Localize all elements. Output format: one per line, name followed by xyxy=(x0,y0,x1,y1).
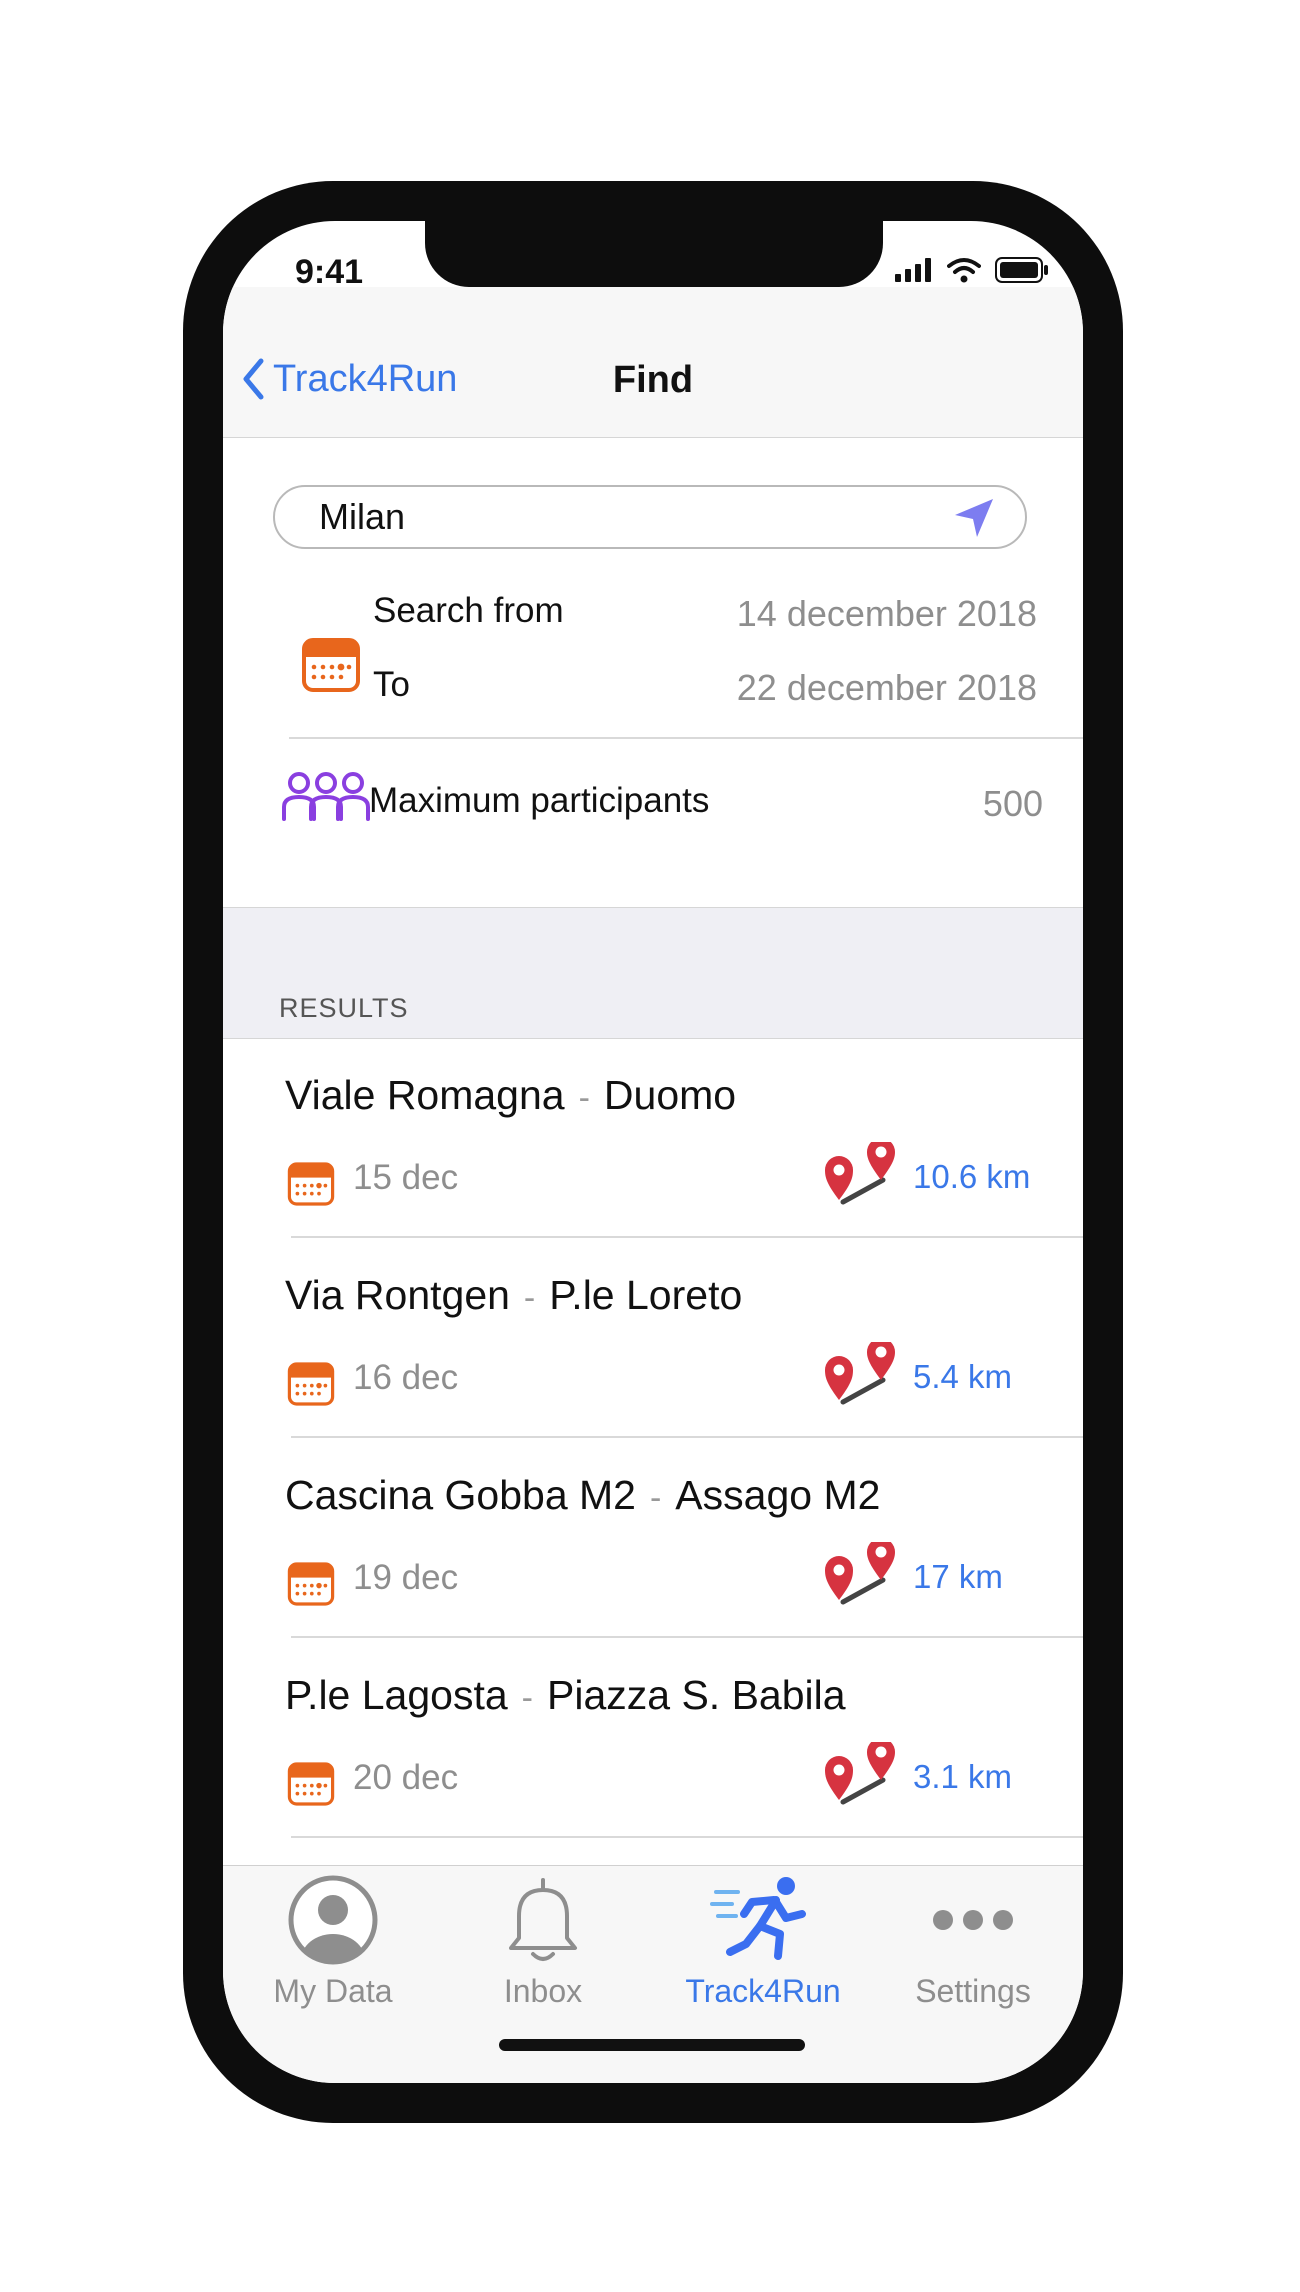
search-field[interactable] xyxy=(273,485,1027,549)
route-distance: 17 km xyxy=(913,1558,1003,1595)
tab-label: My Data xyxy=(273,1973,393,2009)
tab-label: Track4Run xyxy=(685,1973,841,2009)
route-date: 16 dec xyxy=(353,1358,459,1397)
notch xyxy=(425,221,883,287)
to-value[interactable]: 22 december 2018 xyxy=(737,667,1037,709)
screen: 9:41 Track4Run Find Milan Search from 14… xyxy=(223,221,1083,2083)
results-section-header: RESULTS xyxy=(223,907,1083,1039)
result-row[interactable]: Via Rontgen - P.le Loreto 16 dec 5.4 km xyxy=(223,1238,1083,1438)
route-to: Duomo xyxy=(603,1072,737,1118)
home-indicator[interactable] xyxy=(499,2039,805,2051)
to-label: To xyxy=(373,665,410,704)
tab-track4run[interactable]: Track4Run xyxy=(663,1874,863,2010)
phone-frame: 9:41 Track4Run Find Milan Search from 14… xyxy=(183,181,1123,2123)
route-distance: 5.4 km xyxy=(913,1358,1013,1395)
tab-label: Inbox xyxy=(503,1973,583,2009)
battery-icon xyxy=(995,257,1048,283)
divider xyxy=(289,737,1083,739)
result-row[interactable]: P.le Lagosta - Piazza S. Babila 20 dec 3.1 k… xyxy=(223,1638,1083,1838)
route-date: 19 dec xyxy=(353,1558,459,1597)
route-pins-icon xyxy=(825,1138,895,1205)
route-date: 15 dec xyxy=(353,1158,459,1197)
route-separator: - xyxy=(521,1679,533,1717)
route-from: Viale Romagna xyxy=(285,1072,565,1118)
route-to: Piazza S. Babila xyxy=(547,1672,846,1718)
results-header-label: RESULTS xyxy=(279,993,409,1023)
calendar-icon xyxy=(287,1562,335,1606)
tab-label: Settings xyxy=(915,1973,1031,2009)
runner-icon xyxy=(710,1877,806,1960)
tab-my-data[interactable]: My Data xyxy=(233,1874,433,2010)
calendar-icon xyxy=(287,1362,335,1406)
route-separator: - xyxy=(578,1079,590,1117)
navigation-bar: Track4Run Find xyxy=(223,287,1083,438)
route-pins-icon xyxy=(825,1538,895,1605)
result-row[interactable]: Cascina Gobba M2- Assago M2 19 dec 17 km xyxy=(223,1438,1083,1638)
calendar-icon xyxy=(287,1762,335,1806)
search-input[interactable] xyxy=(319,487,919,547)
result-row[interactable]: Viale Romagna - Duomo 15 dec 10.6 km xyxy=(223,1038,1083,1238)
page-title: Find xyxy=(612,359,694,401)
route-title: Viale Romagna - Duomo xyxy=(285,1072,736,1119)
participants-value[interactable]: 500 xyxy=(983,783,1043,825)
route-from: P.le Lagosta xyxy=(285,1672,508,1718)
route-distance: 10.6 km xyxy=(913,1158,1031,1195)
calendar-icon xyxy=(287,1162,335,1206)
tab-inbox[interactable]: Inbox xyxy=(443,1874,643,2010)
route-date: 20 dec xyxy=(353,1758,459,1797)
bell-icon xyxy=(509,1878,577,1961)
divider xyxy=(291,1836,1083,1838)
route-separator: - xyxy=(523,1279,536,1317)
route-title: Cascina Gobba M2- Assago M2 xyxy=(285,1472,880,1519)
search-from-value[interactable]: 14 december 2018 xyxy=(737,593,1037,635)
signal-icon xyxy=(895,258,931,282)
route-to: Assago M2 xyxy=(675,1472,881,1518)
search-from-label: Search from xyxy=(373,591,564,630)
route-separator: - xyxy=(649,1479,662,1517)
location-arrow-icon[interactable] xyxy=(951,495,997,541)
status-icons xyxy=(895,257,1049,283)
route-pins-icon xyxy=(825,1338,895,1405)
participants-label: Maximum participants xyxy=(369,781,710,820)
wifi-icon xyxy=(947,258,981,283)
route-title: Via Rontgen - P.le Loreto xyxy=(285,1272,742,1319)
route-to: P.le Loreto xyxy=(549,1272,743,1318)
more-dots-icon xyxy=(933,1910,1013,1930)
route-from: Cascina Gobba M2 xyxy=(285,1472,636,1518)
calendar-icon xyxy=(302,638,360,692)
route-distance: 3.1 km xyxy=(913,1758,1013,1795)
route-from: Via Rontgen xyxy=(285,1272,510,1318)
route-pins-icon xyxy=(825,1738,895,1805)
tab-settings[interactable]: Settings xyxy=(873,1874,1073,2010)
route-title: P.le Lagosta - Piazza S. Babila xyxy=(285,1672,846,1719)
participants-icon xyxy=(282,772,370,821)
person-circle-icon xyxy=(288,1875,378,1965)
